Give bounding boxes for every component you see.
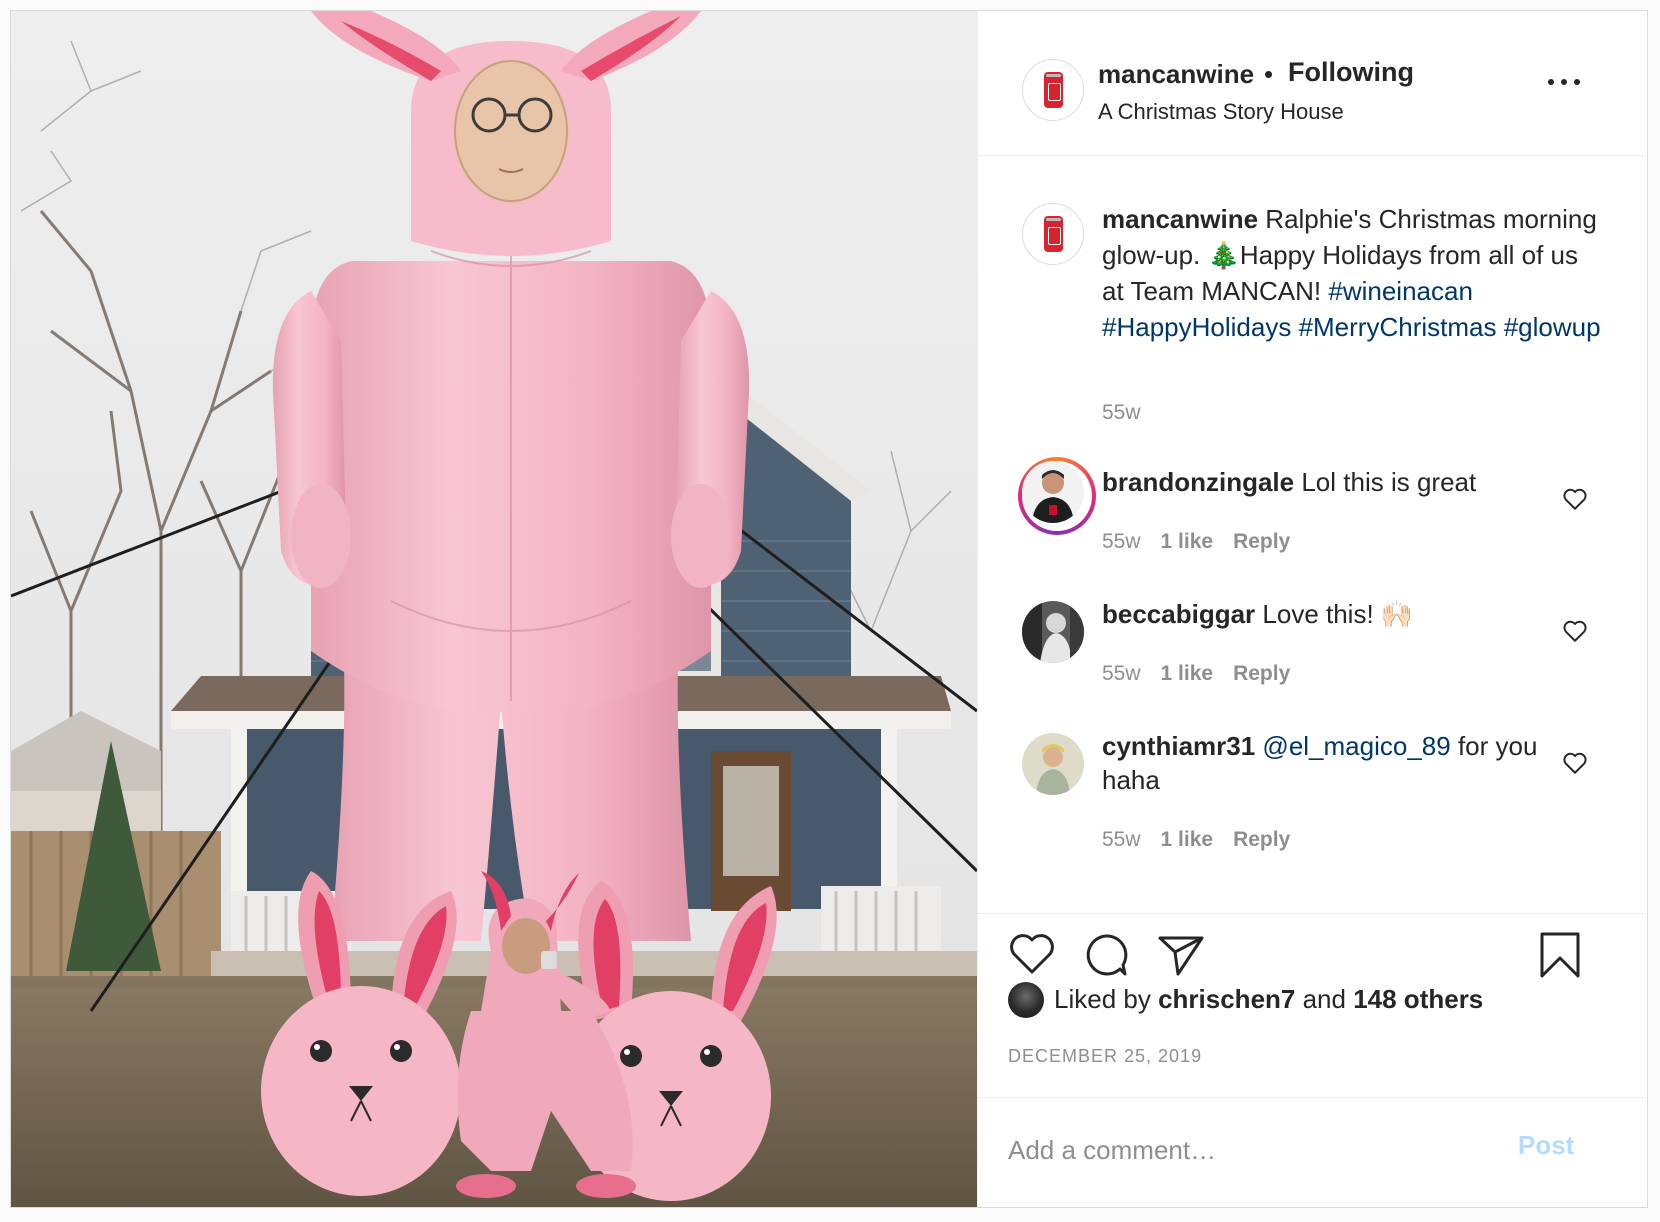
comment-input[interactable]	[1008, 1128, 1488, 1172]
hashtag-link[interactable]: #HappyHolidays	[1102, 312, 1291, 342]
like-comment-heart-icon[interactable]	[1562, 487, 1588, 511]
post-caption: mancanwine Ralphie's Christmas morning g…	[1102, 201, 1602, 345]
comment-timestamp[interactable]: 55w	[1102, 530, 1141, 553]
comment-username[interactable]: beccabiggar	[1102, 599, 1255, 629]
hashtag-link[interactable]: #glowup	[1504, 312, 1601, 342]
likes-count-link[interactable]: 148 others	[1353, 984, 1483, 1014]
comment-likes[interactable]: 1 like	[1161, 828, 1214, 851]
comment-text: beccabiggar Love this! 🙌🏻	[1102, 597, 1542, 631]
add-comment-bar: Post	[978, 1097, 1649, 1207]
bookmark-icon[interactable]	[1538, 930, 1582, 980]
heart-icon[interactable]	[1008, 932, 1056, 976]
reply-button[interactable]: Reply	[1233, 530, 1290, 553]
separator-dot: •	[1264, 59, 1274, 89]
mention-link[interactable]: @el_magico_89	[1262, 731, 1450, 761]
mancanwine-avatar[interactable]	[1022, 59, 1084, 121]
brandonzingale-avatar[interactable]	[1022, 461, 1084, 523]
comment-likes[interactable]: 1 like	[1161, 662, 1214, 685]
beccabiggar-avatar[interactable]	[1022, 601, 1084, 663]
comment-meta: 55w 1 like Reply	[1102, 828, 1290, 852]
comment-username[interactable]: brandonzingale	[1102, 467, 1294, 497]
like-comment-heart-icon[interactable]	[1562, 751, 1588, 775]
photo-illustration	[11, 11, 977, 1207]
liked-by-text: Liked by chrischen7 and 148 others	[1054, 984, 1484, 1014]
location-link[interactable]: A Christmas Story House	[1098, 99, 1344, 125]
wine-can-logo-icon	[1044, 72, 1063, 108]
reply-button[interactable]: Reply	[1233, 828, 1290, 851]
share-icon[interactable]	[1156, 932, 1206, 978]
hashtag-link[interactable]: #MerryChristmas	[1299, 312, 1497, 342]
chrischen7-avatar[interactable]	[1008, 982, 1044, 1018]
comment-text: cynthiamr31 @el_magico_89 for you haha	[1102, 729, 1542, 797]
post-side-panel: mancanwine • Following A Christmas Story…	[977, 11, 1649, 1207]
header-username[interactable]: mancanwine	[1098, 59, 1254, 90]
following-button[interactable]: Following	[1288, 57, 1414, 88]
post-date[interactable]: DECEMBER 25, 2019	[1008, 1046, 1202, 1067]
post-comment-button[interactable]: Post	[1518, 1130, 1574, 1161]
cynthiamr31-avatar[interactable]	[1022, 733, 1084, 795]
instagram-post: mancanwine • Following A Christmas Story…	[10, 10, 1649, 1208]
post-actions: Liked by chrischen7 and 148 others DECEM…	[978, 913, 1649, 1097]
hashtag-link[interactable]: #wineinacan	[1328, 276, 1473, 306]
more-horizontal-icon[interactable]	[1548, 77, 1582, 87]
comment-timestamp[interactable]: 55w	[1102, 828, 1141, 851]
story-ring[interactable]	[1018, 457, 1096, 535]
caption-avatar[interactable]	[1022, 203, 1084, 265]
like-comment-heart-icon[interactable]	[1562, 619, 1588, 643]
comment-body: Love this! 🙌🏻	[1255, 599, 1414, 629]
comment-username[interactable]: cynthiamr31	[1102, 731, 1255, 761]
wine-can-logo-icon	[1044, 216, 1063, 252]
reply-button[interactable]: Reply	[1233, 662, 1290, 685]
comment-meta: 55w 1 like Reply	[1102, 662, 1290, 686]
comment-icon[interactable]	[1082, 932, 1130, 978]
caption-username[interactable]: mancanwine	[1102, 204, 1258, 234]
comment-body: Lol this is great	[1294, 467, 1477, 497]
liked-by-user-link[interactable]: chrischen7	[1158, 984, 1295, 1014]
comment-text: brandonzingale Lol this is great	[1102, 465, 1542, 499]
post-header: mancanwine • Following A Christmas Story…	[978, 11, 1649, 156]
comment-timestamp[interactable]: 55w	[1102, 662, 1141, 685]
post-photo[interactable]	[11, 11, 977, 1207]
comment-meta: 55w 1 like Reply	[1102, 530, 1290, 554]
comments-list[interactable]: mancanwine Ralphie's Christmas morning g…	[978, 157, 1649, 913]
comment-likes[interactable]: 1 like	[1161, 530, 1214, 553]
caption-timestamp[interactable]: 55w	[1102, 401, 1141, 425]
